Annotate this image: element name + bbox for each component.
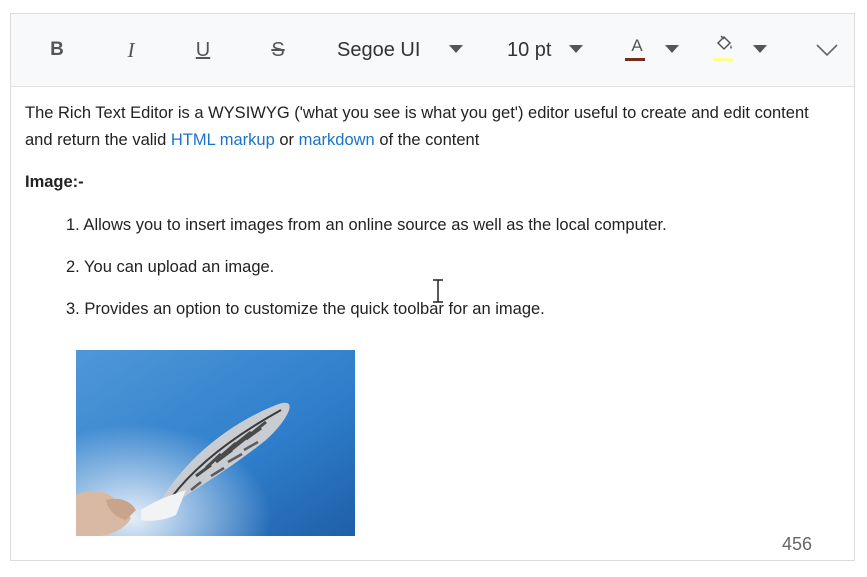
- intro-text-or: or: [274, 131, 299, 149]
- underline-button[interactable]: U: [187, 14, 219, 86]
- toolbar-expand-button[interactable]: [807, 14, 847, 86]
- font-size-value: 10 pt: [507, 38, 552, 61]
- text-cursor-icon: [430, 278, 446, 308]
- chevron-down-icon[interactable]: [753, 45, 767, 53]
- image-heading: Image:-: [25, 173, 84, 191]
- chevron-down-icon: [449, 45, 463, 53]
- intro-paragraph: The Rich Text Editor is a WYSIWYG ('what…: [25, 100, 825, 154]
- character-count: 456: [781, 534, 812, 554]
- feature-list: 1. Allows you to insert images from an o…: [66, 212, 667, 338]
- expand-chevron-icon: [816, 44, 838, 57]
- italic-button[interactable]: I: [115, 14, 147, 86]
- font-color-icon: A: [631, 36, 643, 55]
- font-color-swatch: [625, 58, 645, 61]
- editor-content[interactable]: The Rich Text Editor is a WYSIWYG ('what…: [25, 100, 825, 196]
- background-color-swatch: [713, 58, 733, 61]
- html-markup-link[interactable]: HTML markup: [171, 131, 275, 149]
- list-item: 3. Provides an option to customize the q…: [66, 300, 545, 318]
- font-size-dropdown[interactable]: 10 pt: [507, 14, 589, 86]
- bold-button[interactable]: B: [41, 14, 73, 86]
- intro-text-end: of the content: [374, 131, 480, 149]
- chevron-down-icon: [569, 45, 583, 53]
- feather-image[interactable]: [76, 350, 355, 536]
- toolbar: B I U S Segoe UI 10 pt A: [11, 14, 854, 87]
- font-color-button[interactable]: A: [623, 14, 693, 86]
- chevron-down-icon[interactable]: [665, 45, 679, 53]
- list-item: 1. Allows you to insert images from an o…: [66, 216, 667, 234]
- paint-bucket-icon: [714, 34, 734, 58]
- font-name-dropdown[interactable]: Segoe UI: [337, 14, 473, 86]
- markdown-link[interactable]: markdown: [299, 131, 375, 149]
- strikethrough-button[interactable]: S: [262, 14, 294, 86]
- list-item: 2. You can upload an image.: [66, 258, 275, 276]
- background-color-button[interactable]: [711, 14, 781, 86]
- font-name-value: Segoe UI: [337, 38, 421, 61]
